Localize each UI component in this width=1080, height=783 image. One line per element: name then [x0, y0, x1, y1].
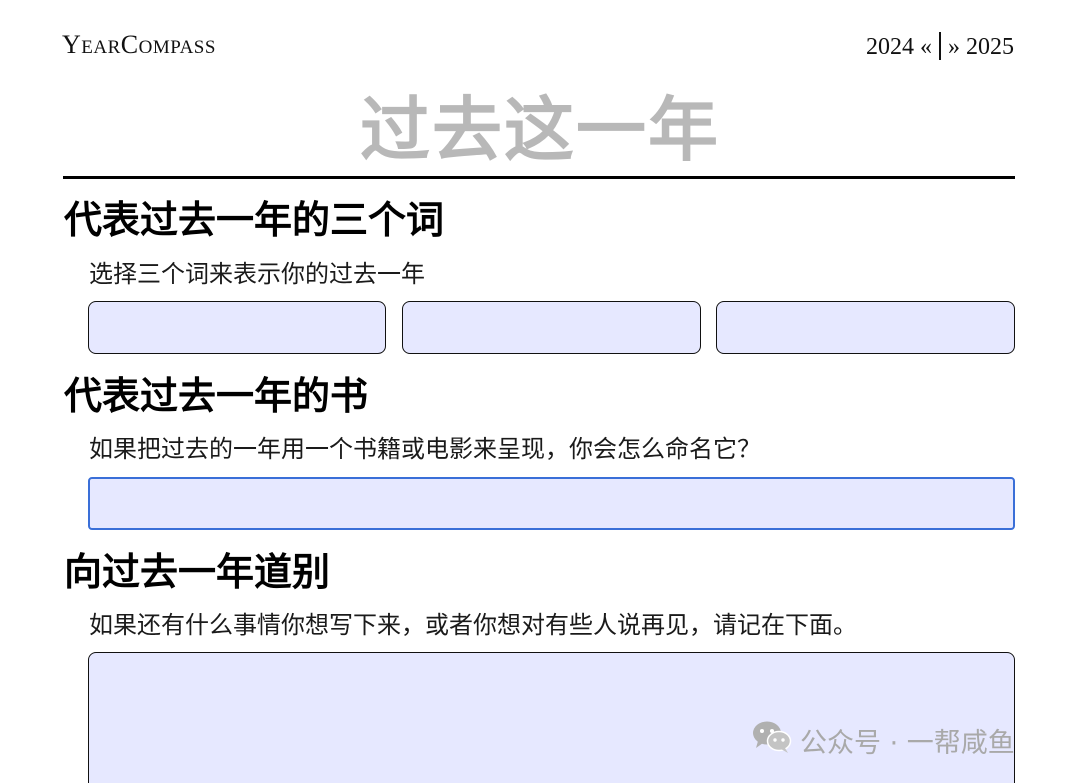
brand-initial-y: Y [62, 30, 82, 59]
word-field-1[interactable] [88, 301, 386, 354]
section-prompt-farewell: 如果还有什么事情你想写下来，或者你想对有些人说再见，请记在下面。 [89, 611, 857, 639]
section-prompt-three-words: 选择三个词来表示你的过去一年 [89, 260, 425, 288]
brand-rest-ear: ear [81, 37, 121, 58]
next-year-link[interactable]: » 2025 [948, 34, 1014, 60]
wechat-watermark: 公众号 · 一帮咸鱼 [752, 720, 1015, 760]
wechat-icon [752, 720, 800, 761]
watermark-text: 公众号 · 一帮咸鱼 [800, 727, 1015, 759]
farewell-textarea[interactable] [88, 652, 1015, 783]
page-title: 过去这一年 [360, 89, 720, 171]
section-heading-three-words: 代表过去一年的三个词 [64, 198, 445, 242]
title-divider [63, 176, 1015, 179]
section-prompt-book: 如果把过去的一年用一个书籍或电影来呈现，你会怎么命名它？ [89, 435, 761, 463]
brand-logo: YearCompass [62, 30, 216, 60]
book-title-field[interactable] [88, 477, 1015, 530]
section-heading-farewell: 向过去一年道别 [64, 550, 331, 594]
previous-year-link[interactable]: 2024 « [866, 34, 932, 60]
year-navigation: 2024 « » 2025 [866, 32, 1014, 61]
brand-initial-c: C [120, 30, 139, 59]
section-heading-book: 代表过去一年的书 [64, 374, 369, 418]
yearcompass-page: YearCompass 2024 « » 2025 过去这一年 代表过去一年的三个… [0, 0, 1080, 783]
brand-rest-ompass: ompass [138, 37, 216, 58]
word-field-3[interactable] [716, 301, 1015, 354]
word-field-2[interactable] [402, 301, 701, 354]
year-divider [939, 32, 941, 60]
